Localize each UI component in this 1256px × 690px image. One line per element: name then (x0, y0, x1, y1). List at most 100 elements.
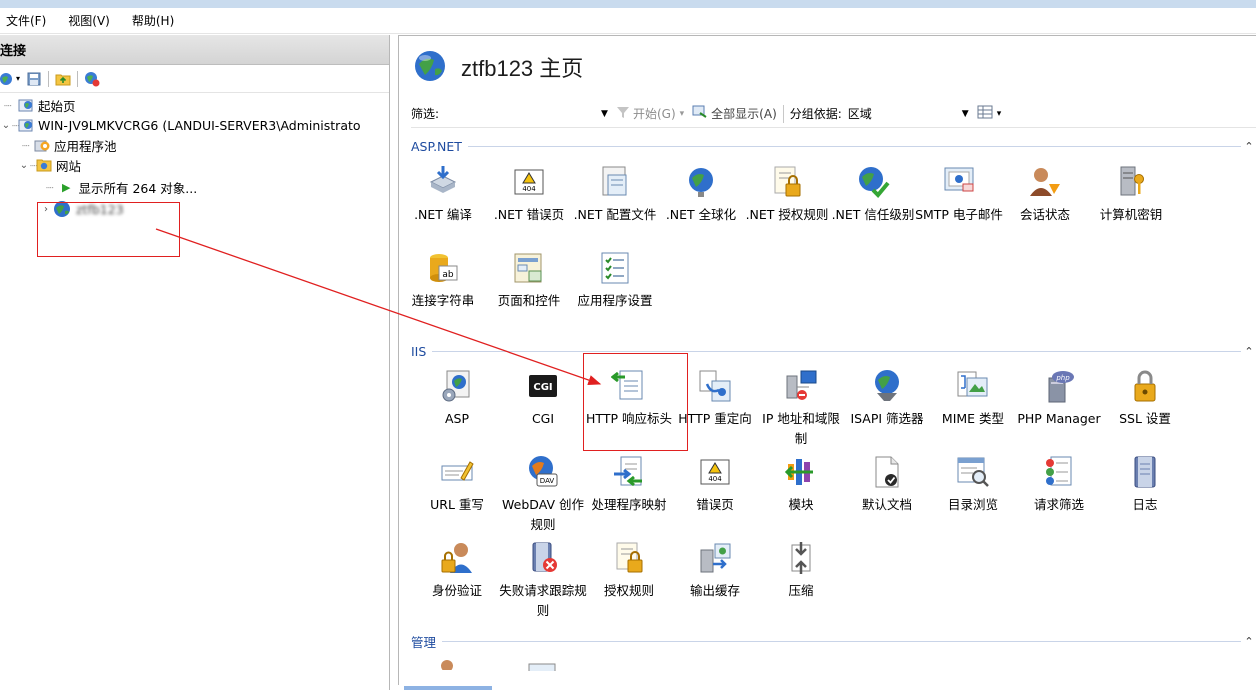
tree-item-sites[interactable]: ⌄ ┈ 网站 (18, 155, 81, 175)
feature-net-globalization[interactable]: .NET 全球化 (657, 162, 745, 225)
group-dropdown-icon[interactable]: ▼ (962, 109, 969, 119)
feature-authorization-rules[interactable]: 授权规则 (585, 538, 673, 601)
manage-feature-icon-partial[interactable] (433, 658, 463, 673)
feature-failed-request-tracing[interactable]: 失败请求跟踪规则 (499, 538, 587, 621)
menu-help[interactable]: 帮助(H) (132, 12, 174, 29)
feature-handler-mappings[interactable]: 处理程序映射 (585, 452, 673, 515)
tree-item-show-all[interactable]: ┈ ▶ 显示所有 264 对象... (46, 177, 197, 197)
feature-net-error-pages[interactable]: 404 .NET 错误页 (485, 162, 573, 225)
session-state-icon (1025, 162, 1065, 202)
compression-icon (781, 538, 821, 578)
bottom-view-tab[interactable] (404, 686, 492, 690)
tree-item-app-pools[interactable]: ┈ 应用程序池 (22, 135, 117, 155)
feature-label: HTTP 响应标头 (586, 411, 672, 426)
feature-output-caching[interactable]: 输出缓存 (671, 538, 759, 601)
filter-input[interactable] (447, 103, 598, 124)
feature-net-authorization[interactable]: .NET 授权规则 (743, 162, 831, 225)
tree-label: WIN-JV9LMKVCRG6 (LANDUI-SERVER3\Administ… (38, 117, 361, 133)
disconnect-globe-icon[interactable] (84, 71, 100, 87)
feature-ip-domain-restrictions[interactable]: IP 地址和域限制 (757, 366, 845, 449)
tree-item-start-page[interactable]: ┈ 起始页 (4, 95, 76, 115)
tree-item-site[interactable]: › ztfb123 (40, 199, 124, 219)
feature-net-compile[interactable]: .NET 编译 (399, 162, 487, 225)
collapse-caret-icon[interactable]: ⌃ (1241, 345, 1256, 358)
feature-label: HTTP 重定向 (678, 411, 752, 426)
tree-line: ┈ (22, 137, 30, 153)
handler-mappings-icon (609, 452, 649, 492)
group-by-select[interactable]: 区域 (848, 105, 958, 122)
feature-app-settings[interactable]: 应用程序设置 (571, 248, 659, 311)
server-icon (18, 117, 34, 133)
funnel-icon (616, 105, 630, 122)
collapse-caret-icon[interactable]: ⌃ (1241, 635, 1256, 648)
webdav-icon: DAV (523, 452, 563, 492)
section-manage: 管理 ⌃ (411, 632, 1256, 650)
tree-item-server[interactable]: ⌄ ┈ WIN-JV9LMKVCRG6 (LANDUI-SERVER3\Admi… (0, 115, 361, 135)
feature-net-trust-levels[interactable]: .NET 信任级别 (829, 162, 917, 225)
http-response-headers-icon (609, 366, 649, 406)
feature-connection-strings[interactable]: ab 连接字符串 (399, 248, 487, 311)
feature-http-redirect[interactable]: HTTP 重定向 (671, 366, 759, 429)
feature-smtp-email[interactable]: SMTP 电子邮件 (915, 162, 1003, 225)
error-pages-icon: 404 (695, 452, 735, 492)
expand-arrow-icon[interactable]: › (40, 204, 52, 215)
feature-ssl-settings[interactable]: SSL 设置 (1101, 366, 1189, 429)
feature-request-filtering[interactable]: 请求筛选 (1015, 452, 1103, 515)
feature-http-response-headers[interactable]: HTTP 响应标头 (585, 366, 673, 429)
feature-webdav-authoring[interactable]: DAV WebDAV 创作规则 (499, 452, 587, 535)
filter-dropdown-icon[interactable]: ▼ (601, 109, 608, 119)
feature-pages-controls[interactable]: 页面和控件 (485, 248, 573, 311)
manage-feature-icon-partial[interactable] (527, 660, 557, 674)
smtp-email-icon (939, 162, 979, 202)
feature-mime-types[interactable]: MIME 类型 (929, 366, 1017, 429)
view-mode-icon[interactable] (977, 105, 993, 122)
feature-error-pages[interactable]: 404 错误页 (671, 452, 759, 515)
feature-modules[interactable]: 模块 (757, 452, 845, 515)
request-filtering-icon (1039, 452, 1079, 492)
feature-label: 身份验证 (431, 583, 482, 598)
feature-directory-browsing[interactable]: 目录浏览 (929, 452, 1017, 515)
feature-url-rewrite[interactable]: URL 重写 (413, 452, 501, 515)
net-config-file-icon (595, 162, 635, 202)
feature-label: .NET 授权规则 (745, 207, 829, 222)
section-divider (432, 350, 1241, 352)
section-aspnet: ASP.NET ⌃ (411, 137, 1256, 155)
logging-icon (1125, 452, 1165, 492)
section-divider (442, 640, 1241, 642)
menu-view[interactable]: 视图(V) (68, 12, 110, 29)
feature-cgi[interactable]: CGI CGI (499, 366, 587, 429)
net-authorization-icon (767, 162, 807, 202)
feature-machine-key[interactable]: 计算机密钥 (1087, 162, 1175, 225)
feature-label: 模块 (788, 497, 814, 512)
show-all-button[interactable]: 全部显示(A) (692, 105, 777, 122)
feature-authentication[interactable]: 身份验证 (413, 538, 501, 601)
ssl-settings-icon (1125, 366, 1165, 406)
feature-compression[interactable]: 压缩 (757, 538, 845, 601)
feature-session-state[interactable]: 会话状态 (1001, 162, 1089, 225)
section-title: IIS (411, 343, 427, 359)
collapse-arrow-icon[interactable]: ⌄ (18, 160, 30, 171)
feature-default-document[interactable]: 默认文档 (843, 452, 931, 515)
svg-text:CGI: CGI (533, 382, 552, 393)
save-icon[interactable] (26, 71, 42, 87)
menu-file[interactable]: 文件(F) (6, 12, 46, 29)
dropdown-arrow-icon[interactable]: ▾ (680, 109, 685, 119)
connect-globe-icon[interactable] (0, 71, 16, 87)
up-folder-icon[interactable] (55, 71, 71, 87)
collapse-arrow-icon[interactable]: ⌄ (0, 120, 12, 131)
collapse-caret-icon[interactable]: ⌃ (1241, 140, 1256, 153)
feature-label: 应用程序设置 (577, 293, 653, 308)
start-filter-button[interactable]: 开始(G) (616, 105, 676, 122)
default-document-icon (867, 452, 907, 492)
dropdown-arrow-icon[interactable]: ▾ (16, 74, 20, 83)
feature-asp[interactable]: ASP (413, 366, 501, 429)
tree-label: 显示所有 264 对象... (78, 180, 198, 196)
view-dropdown-icon[interactable]: ▾ (997, 109, 1002, 119)
machine-key-icon (1111, 162, 1151, 202)
feature-isapi-filters[interactable]: ISAPI 筛选器 (843, 366, 931, 429)
feature-logging[interactable]: 日志 (1101, 452, 1189, 515)
connection-strings-icon: ab (423, 248, 463, 288)
feature-php-manager[interactable]: php PHP Manager (1015, 366, 1103, 429)
section-iis: IIS ⌃ (411, 342, 1256, 360)
feature-net-config-file[interactable]: .NET 配置文件 (571, 162, 659, 225)
